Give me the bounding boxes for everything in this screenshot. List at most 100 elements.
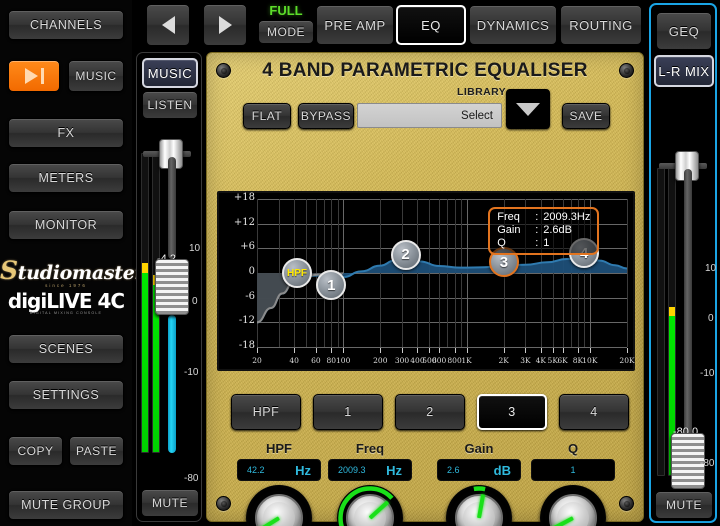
tab-eq[interactable]: EQ [396,5,466,45]
knob-q-display[interactable]: 1 [531,459,615,481]
library-dropdown-button[interactable] [506,89,550,129]
mode-button[interactable]: MODE [258,20,314,44]
x-axis-tick [455,348,456,353]
copy-button[interactable]: COPY [8,436,63,466]
sidebar-item-monitor[interactable]: MONITOR [8,210,124,240]
knob-hpf-display[interactable]: 42.2 Hz [237,459,321,481]
eq-plot-area[interactable]: HPF1234Freq:2009.3HzGain:2.6dBQ:1 [257,199,627,347]
tab-dynamics[interactable]: DYNAMICS [469,5,557,45]
next-channel-button[interactable] [203,4,247,46]
tab-pre-amp[interactable]: PRE AMP [316,5,394,45]
eq-node-2[interactable]: 2 [391,240,421,270]
band-button-2[interactable]: 2 [395,394,465,430]
y-axis-label: +12 [221,217,255,228]
y-axis-label: 0 [221,266,255,277]
geq-button[interactable]: GEQ [656,12,712,50]
left-fader-track-upper[interactable] [168,157,176,259]
flat-button[interactable]: FLAT [243,103,291,129]
x-axis-label: 3K [520,356,530,365]
x-axis-label: 10K [582,356,597,365]
right-mute-button[interactable]: MUTE [655,491,713,519]
left-fader-track-lower[interactable] [168,315,176,453]
x-axis-tick [541,348,542,353]
y-axis-label: +6 [221,241,255,252]
tooltip-key: Freq [497,211,535,224]
knob-hpf-label: HPF [229,441,329,456]
eq-graph[interactable]: HPF1234Freq:2009.3HzGain:2.6dBQ:1 +18 +12… [217,191,635,371]
sidebar-item-meters[interactable]: METERS [8,163,124,193]
y-axis-label: -6 [221,291,255,302]
x-axis-tick [316,348,317,353]
x-axis-tick [627,348,628,353]
sidebar-item-scenes[interactable]: SCENES [8,334,124,364]
x-axis-tick [380,348,381,353]
sidebar-item-settings[interactable]: SETTINGS [8,380,124,410]
right-scale-10: 10 [705,263,716,274]
x-axis-label: 4K [536,356,546,365]
knob-hpf-dial[interactable] [246,485,312,526]
band-button-hpf[interactable]: HPF [231,394,301,430]
right-channel-strip: GEQ L-R MIX -80.0 10 0 -10 -80 MUTE [649,3,717,523]
knob-q[interactable]: Q 1 0.5 10 [523,441,623,526]
sidebar-item-channels[interactable]: CHANNELS [8,10,124,40]
play-icon [25,68,38,84]
right-fader-track[interactable] [684,169,692,449]
left-channel-strip: MUSIC LISTEN -4.2 10 0 -10 -80 MUTE [136,52,202,522]
left-fader-handle[interactable] [155,259,189,315]
knob-gain-display[interactable]: 2.6 dB [437,459,521,481]
sidebar-item-fx[interactable]: FX [8,118,124,148]
sidebar-item-mute-group[interactable]: MUTE GROUP [8,490,124,520]
sidebar-item-music[interactable]: MUSIC [68,60,124,92]
brand-logo: Studiomaster since 1976 digiLIVE 4C DIGI… [0,258,132,315]
arrow-right-icon [219,16,232,34]
x-axis-tick [504,348,505,353]
knob-q-dial[interactable] [540,485,606,526]
listen-button[interactable]: LISTEN [142,91,198,119]
x-axis-label: 300 [395,356,409,365]
x-axis-tick [429,348,430,353]
lr-mix-button[interactable]: L-R MIX [654,55,714,87]
page-title: 4 BAND PARAMETRIC EQUALISER [207,60,643,82]
y-axis-label: +18 [221,192,255,203]
band-button-3[interactable]: 3 [477,394,547,430]
knob-freq[interactable]: Freq 2009.3 Hz 20 20k [320,441,420,526]
x-axis-label: 6K [557,356,567,365]
knob-q-value: 1 [570,465,575,475]
knob-freq-dial[interactable] [337,485,403,526]
library-select[interactable]: Select [357,103,502,128]
play-pause-button[interactable] [8,60,60,92]
full-mode-toggle[interactable]: FULL MODE [258,3,314,47]
x-axis-tick [525,348,526,353]
bypass-button[interactable]: BYPASS [298,103,354,129]
x-axis-tick [439,348,440,353]
band-button-1[interactable]: 1 [313,394,383,430]
x-axis-label: 20K [619,356,634,365]
knob-freq-display[interactable]: 2009.3 Hz [328,459,412,481]
tab-routing[interactable]: ROUTING [560,5,642,45]
left-meter-1 [141,153,149,453]
knob-gain-dial[interactable] [446,485,512,526]
tooltip-row: Gain:2.6dB [497,224,590,237]
x-axis-tick [294,348,295,353]
paste-button[interactable]: PASTE [69,436,124,466]
x-axis-label: 20 [252,356,262,365]
save-button[interactable]: SAVE [562,103,610,129]
x-axis-label: 1K [461,356,471,365]
gridline-minor [627,199,628,347]
gridline-horizontal [257,347,627,348]
prev-channel-button[interactable] [146,4,190,46]
tooltip-key: Q [497,237,535,250]
library-label: LIBRARY [457,86,506,98]
right-scale-0: 0 [708,313,714,324]
band-button-4[interactable]: 4 [559,394,629,430]
knob-hpf-value: 42.2 [247,465,265,475]
music-source-button[interactable]: MUSIC [142,58,198,88]
knob-freq-value: 2009.3 [338,465,366,475]
knob-hpf[interactable]: HPF 42.2 Hz 20 400 [229,441,329,526]
left-scale-m80: -80 [184,473,198,484]
eq-node-hpf[interactable]: HPF [282,258,312,288]
left-sidebar: CHANNELS MUSIC FX METERS MONITOR Studiom… [0,0,132,526]
brand-studiomaster: Studiomaster [0,258,132,283]
left-mute-button[interactable]: MUTE [141,489,199,517]
knob-gain[interactable]: Gain 2.6 dB -18 18 [429,441,529,526]
